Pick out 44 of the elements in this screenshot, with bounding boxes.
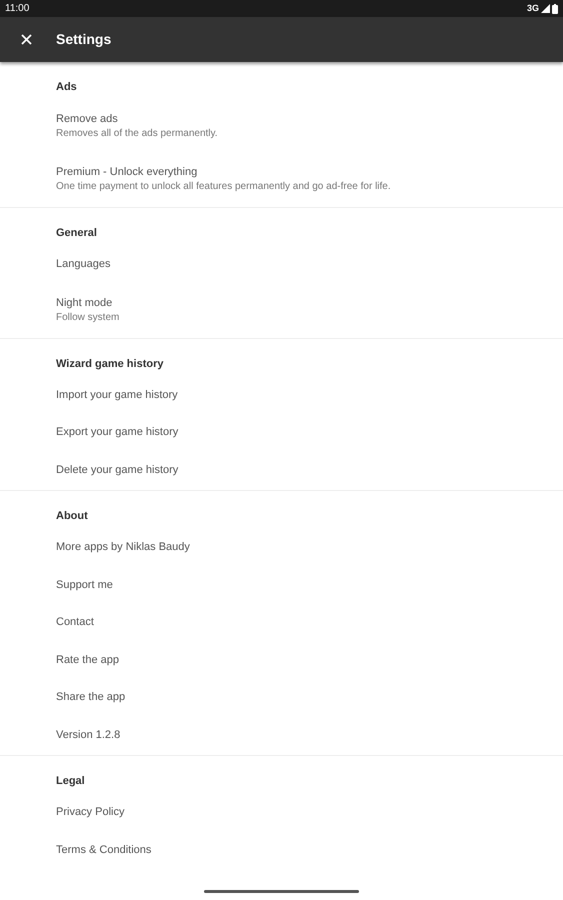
section-header: Wizard game history	[55, 356, 164, 372]
settings-item[interactable]: Support me	[0, 566, 563, 604]
toolbar-title: Settings	[56, 30, 112, 49]
item-title: Share the app	[56, 690, 126, 706]
settings-item[interactable]: Privacy Policy	[0, 794, 563, 832]
item-title: Export your game history	[56, 425, 180, 440]
settings-item[interactable]: Night mode Follow system	[0, 284, 563, 336]
settings-item[interactable]: Export your game history	[0, 414, 563, 452]
item-summary: Removes all of the ads permanently.	[56, 127, 219, 141]
item-title: Remove ads	[56, 112, 119, 127]
settings-item[interactable]: More apps by Niklas Baudy	[0, 529, 563, 566]
item-title: Rate the app	[56, 652, 120, 668]
network-type: 3G	[526, 2, 539, 15]
item-title: Languages	[56, 257, 112, 272]
settings-item[interactable]: Terms & Conditions	[0, 832, 563, 869]
item-title: Version 1.2.8	[56, 728, 122, 743]
section-header: About	[55, 509, 89, 524]
status-time: 11:00	[5, 2, 30, 16]
close-icon	[20, 34, 32, 45]
section-header: General	[55, 226, 98, 241]
item-summary: Follow system	[56, 310, 120, 324]
item-title: Night mode	[56, 296, 114, 310]
item-title: Import your game history	[56, 388, 179, 403]
settings-item[interactable]: Import your game history	[0, 376, 563, 414]
signal-icon	[541, 4, 550, 13]
battery-icon	[552, 4, 558, 14]
item-title: Premium - Unlock everything	[56, 165, 198, 180]
section-header: Legal	[55, 774, 86, 789]
settings-item[interactable]: Rate the app	[0, 642, 563, 679]
item-title: Terms & Conditions	[56, 842, 152, 858]
item-title: Contact	[56, 615, 95, 630]
settings-item[interactable]: Version 1.2.8	[0, 716, 563, 754]
section-header: Ads	[55, 80, 78, 95]
item-title: Privacy Policy	[56, 805, 126, 820]
settings-item[interactable]: Delete your game history	[0, 452, 563, 489]
settings-item[interactable]: Remove ads Removes all of the ads permanently.	[0, 100, 563, 153]
settings-item[interactable]: Contact	[0, 604, 563, 642]
item-title: More apps by Niklas Baudy	[56, 540, 191, 556]
item-summary: One time payment to unlock all features permanently and go ad-free for life.	[56, 180, 392, 194]
settings-item[interactable]: Premium - Unlock everything One time payment to unlock all features permanently and go ad-free for life.	[0, 153, 563, 206]
settings-item[interactable]: Languages	[0, 246, 563, 284]
item-title: Delete your game history	[56, 462, 180, 478]
item-title: Support me	[56, 578, 114, 593]
settings-item[interactable]: Share the app	[0, 679, 563, 716]
